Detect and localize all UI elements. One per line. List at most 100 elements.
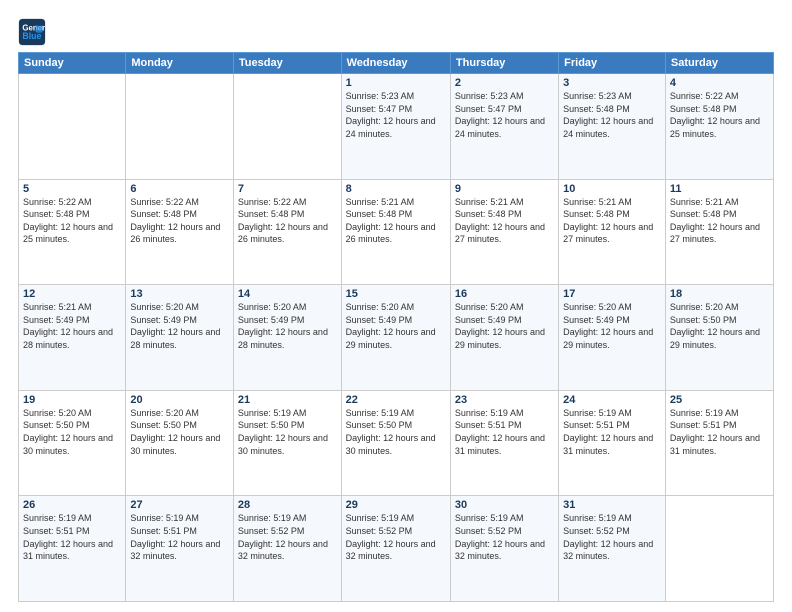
calendar-cell: 4Sunrise: 5:22 AM Sunset: 5:48 PM Daylig… xyxy=(665,74,773,180)
calendar-week-row: 26Sunrise: 5:19 AM Sunset: 5:51 PM Dayli… xyxy=(19,496,774,602)
day-info: Sunrise: 5:19 AM Sunset: 5:51 PM Dayligh… xyxy=(23,512,121,562)
day-number: 19 xyxy=(23,394,121,406)
calendar-col-header: Friday xyxy=(559,53,666,74)
calendar-table: SundayMondayTuesdayWednesdayThursdayFrid… xyxy=(18,52,774,602)
calendar-col-header: Sunday xyxy=(19,53,126,74)
day-number: 25 xyxy=(670,394,769,406)
day-number: 23 xyxy=(455,394,554,406)
day-info: Sunrise: 5:20 AM Sunset: 5:50 PM Dayligh… xyxy=(130,407,229,457)
calendar-cell: 14Sunrise: 5:20 AM Sunset: 5:49 PM Dayli… xyxy=(233,285,341,391)
calendar-cell: 5Sunrise: 5:22 AM Sunset: 5:48 PM Daylig… xyxy=(19,179,126,285)
day-info: Sunrise: 5:22 AM Sunset: 5:48 PM Dayligh… xyxy=(130,196,229,246)
day-info: Sunrise: 5:21 AM Sunset: 5:48 PM Dayligh… xyxy=(346,196,446,246)
calendar-cell: 27Sunrise: 5:19 AM Sunset: 5:51 PM Dayli… xyxy=(126,496,234,602)
day-number: 21 xyxy=(238,394,337,406)
day-info: Sunrise: 5:20 AM Sunset: 5:49 PM Dayligh… xyxy=(238,301,337,351)
day-info: Sunrise: 5:23 AM Sunset: 5:48 PM Dayligh… xyxy=(563,90,661,140)
day-info: Sunrise: 5:20 AM Sunset: 5:49 PM Dayligh… xyxy=(455,301,554,351)
day-info: Sunrise: 5:21 AM Sunset: 5:48 PM Dayligh… xyxy=(563,196,661,246)
calendar-week-row: 19Sunrise: 5:20 AM Sunset: 5:50 PM Dayli… xyxy=(19,390,774,496)
day-info: Sunrise: 5:19 AM Sunset: 5:51 PM Dayligh… xyxy=(670,407,769,457)
day-number: 11 xyxy=(670,183,769,195)
calendar-cell: 7Sunrise: 5:22 AM Sunset: 5:48 PM Daylig… xyxy=(233,179,341,285)
calendar-cell: 9Sunrise: 5:21 AM Sunset: 5:48 PM Daylig… xyxy=(450,179,558,285)
calendar-cell: 25Sunrise: 5:19 AM Sunset: 5:51 PM Dayli… xyxy=(665,390,773,496)
day-info: Sunrise: 5:19 AM Sunset: 5:51 PM Dayligh… xyxy=(455,407,554,457)
calendar-cell: 24Sunrise: 5:19 AM Sunset: 5:51 PM Dayli… xyxy=(559,390,666,496)
day-number: 27 xyxy=(130,499,229,511)
logo: General Blue xyxy=(18,18,50,46)
day-number: 10 xyxy=(563,183,661,195)
day-info: Sunrise: 5:19 AM Sunset: 5:52 PM Dayligh… xyxy=(238,512,337,562)
day-number: 16 xyxy=(455,288,554,300)
calendar-cell: 8Sunrise: 5:21 AM Sunset: 5:48 PM Daylig… xyxy=(341,179,450,285)
calendar-cell: 28Sunrise: 5:19 AM Sunset: 5:52 PM Dayli… xyxy=(233,496,341,602)
day-info: Sunrise: 5:19 AM Sunset: 5:50 PM Dayligh… xyxy=(238,407,337,457)
day-number: 4 xyxy=(670,77,769,89)
calendar-cell: 1Sunrise: 5:23 AM Sunset: 5:47 PM Daylig… xyxy=(341,74,450,180)
day-number: 7 xyxy=(238,183,337,195)
calendar-cell: 2Sunrise: 5:23 AM Sunset: 5:47 PM Daylig… xyxy=(450,74,558,180)
calendar-cell xyxy=(19,74,126,180)
day-number: 26 xyxy=(23,499,121,511)
day-info: Sunrise: 5:20 AM Sunset: 5:49 PM Dayligh… xyxy=(346,301,446,351)
day-info: Sunrise: 5:23 AM Sunset: 5:47 PM Dayligh… xyxy=(346,90,446,140)
day-info: Sunrise: 5:19 AM Sunset: 5:50 PM Dayligh… xyxy=(346,407,446,457)
day-info: Sunrise: 5:22 AM Sunset: 5:48 PM Dayligh… xyxy=(238,196,337,246)
day-number: 5 xyxy=(23,183,121,195)
calendar-cell: 22Sunrise: 5:19 AM Sunset: 5:50 PM Dayli… xyxy=(341,390,450,496)
day-info: Sunrise: 5:19 AM Sunset: 5:51 PM Dayligh… xyxy=(130,512,229,562)
calendar-cell: 19Sunrise: 5:20 AM Sunset: 5:50 PM Dayli… xyxy=(19,390,126,496)
day-info: Sunrise: 5:20 AM Sunset: 5:49 PM Dayligh… xyxy=(130,301,229,351)
calendar-col-header: Tuesday xyxy=(233,53,341,74)
day-number: 18 xyxy=(670,288,769,300)
day-number: 13 xyxy=(130,288,229,300)
calendar-col-header: Thursday xyxy=(450,53,558,74)
page: General Blue SundayMondayTuesdayWednesda… xyxy=(0,0,792,612)
day-info: Sunrise: 5:19 AM Sunset: 5:52 PM Dayligh… xyxy=(346,512,446,562)
calendar-cell: 21Sunrise: 5:19 AM Sunset: 5:50 PM Dayli… xyxy=(233,390,341,496)
day-info: Sunrise: 5:21 AM Sunset: 5:49 PM Dayligh… xyxy=(23,301,121,351)
calendar-cell: 23Sunrise: 5:19 AM Sunset: 5:51 PM Dayli… xyxy=(450,390,558,496)
day-info: Sunrise: 5:19 AM Sunset: 5:52 PM Dayligh… xyxy=(455,512,554,562)
day-info: Sunrise: 5:20 AM Sunset: 5:50 PM Dayligh… xyxy=(23,407,121,457)
calendar-cell: 11Sunrise: 5:21 AM Sunset: 5:48 PM Dayli… xyxy=(665,179,773,285)
day-number: 28 xyxy=(238,499,337,511)
logo-icon: General Blue xyxy=(18,18,46,46)
calendar-week-row: 12Sunrise: 5:21 AM Sunset: 5:49 PM Dayli… xyxy=(19,285,774,391)
header: General Blue xyxy=(18,18,774,46)
calendar-col-header: Saturday xyxy=(665,53,773,74)
calendar-cell: 29Sunrise: 5:19 AM Sunset: 5:52 PM Dayli… xyxy=(341,496,450,602)
day-number: 9 xyxy=(455,183,554,195)
calendar-cell xyxy=(233,74,341,180)
day-number: 8 xyxy=(346,183,446,195)
calendar-cell xyxy=(126,74,234,180)
day-info: Sunrise: 5:21 AM Sunset: 5:48 PM Dayligh… xyxy=(455,196,554,246)
day-info: Sunrise: 5:19 AM Sunset: 5:51 PM Dayligh… xyxy=(563,407,661,457)
day-info: Sunrise: 5:23 AM Sunset: 5:47 PM Dayligh… xyxy=(455,90,554,140)
calendar-cell: 6Sunrise: 5:22 AM Sunset: 5:48 PM Daylig… xyxy=(126,179,234,285)
calendar-cell: 16Sunrise: 5:20 AM Sunset: 5:49 PM Dayli… xyxy=(450,285,558,391)
day-number: 20 xyxy=(130,394,229,406)
day-info: Sunrise: 5:19 AM Sunset: 5:52 PM Dayligh… xyxy=(563,512,661,562)
calendar-header-row: SundayMondayTuesdayWednesdayThursdayFrid… xyxy=(19,53,774,74)
calendar-week-row: 5 Sunrise: 5:22 AM Sunset: 5:48 PM Daylig… xyxy=(19,179,774,285)
day-info: Sunrise: 5:22 AM Sunset: 5:48 PM Dayligh… xyxy=(670,90,769,140)
day-info: Sunrise: 5:20 AM Sunset: 5:49 PM Dayligh… xyxy=(563,301,661,351)
day-number: 12 xyxy=(23,288,121,300)
calendar-week-row: 1Sunrise: 5:23 AM Sunset: 5:47 PM Daylig… xyxy=(19,74,774,180)
day-number: 6 xyxy=(130,183,229,195)
day-number: 29 xyxy=(346,499,446,511)
calendar-cell: 13Sunrise: 5:20 AM Sunset: 5:49 PM Dayli… xyxy=(126,285,234,391)
day-number: 3 xyxy=(563,77,661,89)
calendar-col-header: Monday xyxy=(126,53,234,74)
day-info: Sunrise: 5:21 AM Sunset: 5:48 PM Dayligh… xyxy=(670,196,769,246)
day-number: 31 xyxy=(563,499,661,511)
calendar-cell: 18Sunrise: 5:20 AM Sunset: 5:50 PM Dayli… xyxy=(665,285,773,391)
calendar-cell: 30Sunrise: 5:19 AM Sunset: 5:52 PM Dayli… xyxy=(450,496,558,602)
calendar-cell: 15Sunrise: 5:20 AM Sunset: 5:49 PM Dayli… xyxy=(341,285,450,391)
day-number: 2 xyxy=(455,77,554,89)
calendar-cell: 17Sunrise: 5:20 AM Sunset: 5:49 PM Dayli… xyxy=(559,285,666,391)
calendar-cell xyxy=(665,496,773,602)
day-number: 24 xyxy=(563,394,661,406)
